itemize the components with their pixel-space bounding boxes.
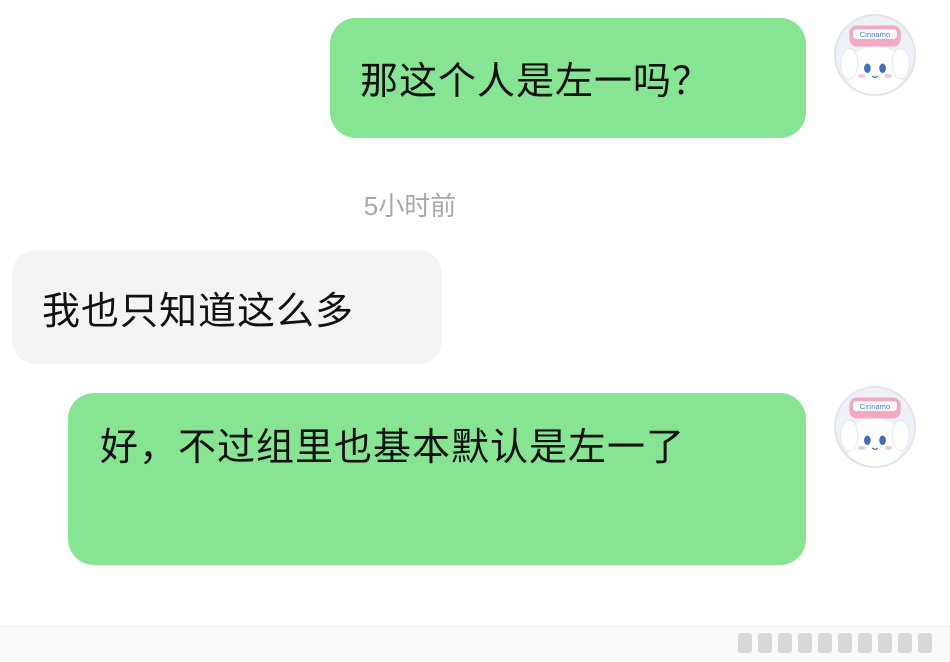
message-text: 好，不过组里也基本默认是左一了 (100, 425, 686, 469)
chat-window: 那这个人是左一吗？ Cinnamo 5小时前 我也只知道这么多 好，不过组里也基… (0, 0, 950, 662)
incoming-message-bubble[interactable]: 我也只知道这么多 (12, 250, 442, 364)
message-text: 我也只知道这么多 (42, 289, 355, 333)
hat-label: Cinnamo (860, 402, 890, 411)
outgoing-message-bubble[interactable]: 好，不过组里也基本默认是左一了 (68, 393, 806, 565)
avatar-image: Cinnamo (836, 16, 914, 94)
hat-label: Cinnamo (860, 30, 890, 39)
cinnamoroll-avatar-icon[interactable]: Cinnamo (834, 14, 916, 96)
avatar-image: Cinnamo (836, 388, 914, 466)
watermark (732, 630, 932, 656)
message-timestamp: 5小时前 (363, 191, 457, 221)
message-text: 那这个人是左一吗？ (360, 59, 712, 103)
outgoing-message-bubble[interactable]: 那这个人是左一吗？ (330, 18, 806, 138)
cinnamoroll-avatar-icon[interactable]: Cinnamo (834, 386, 916, 468)
